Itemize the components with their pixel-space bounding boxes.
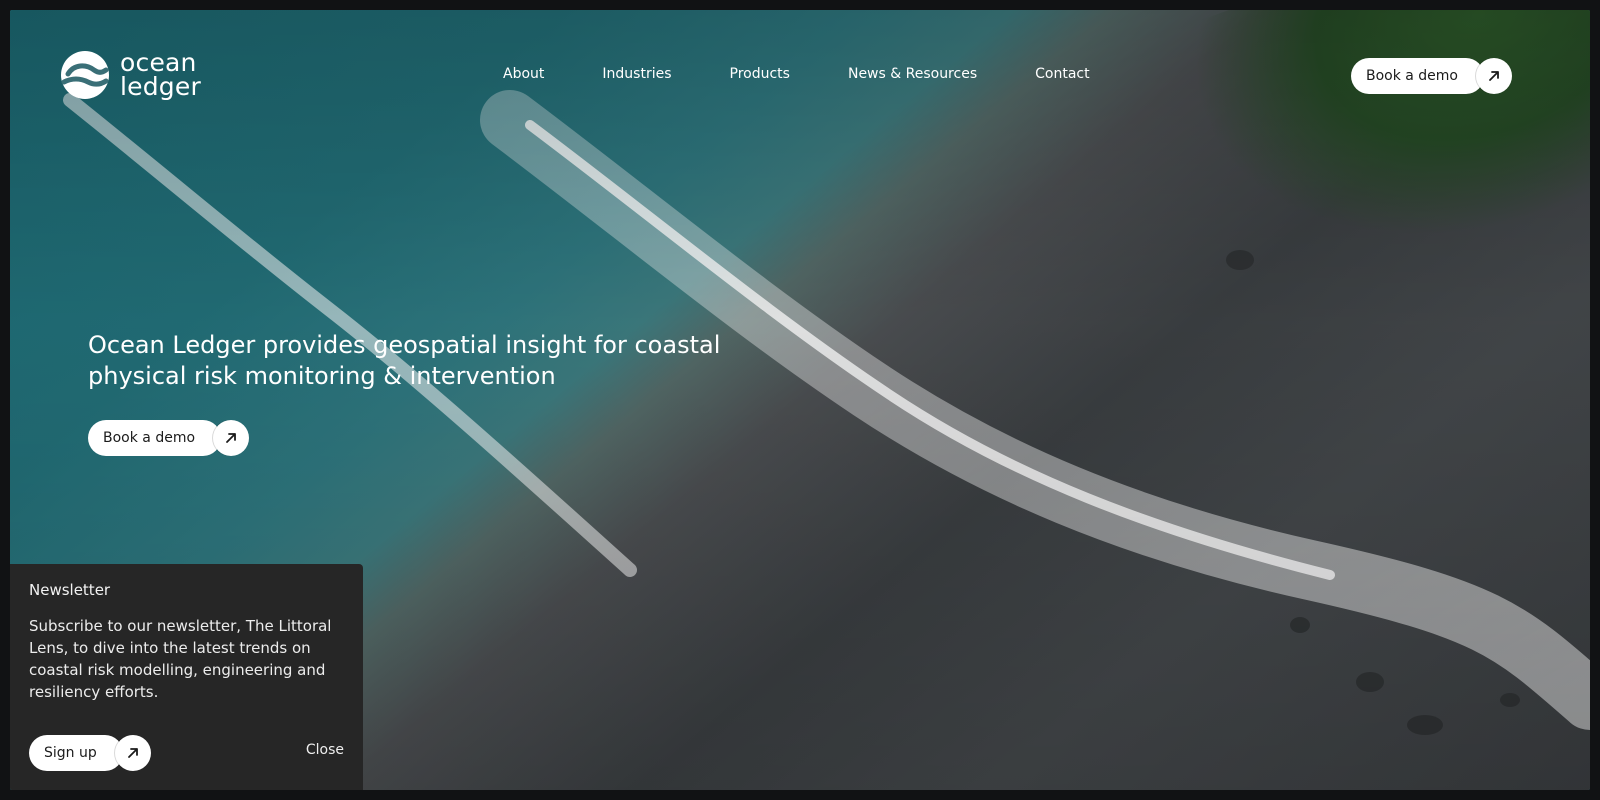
newsletter-description: Subscribe to our newsletter, The Littora… bbox=[29, 617, 332, 701]
hero-section: ocean ledger About Industries Products N… bbox=[10, 10, 1590, 790]
hero-book-demo-button[interactable]: Book a demo bbox=[88, 420, 250, 456]
nav-item-about[interactable]: About bbox=[503, 66, 544, 82]
arrow-up-right-icon bbox=[114, 735, 151, 771]
newsletter-title: Newsletter bbox=[29, 581, 111, 599]
ocean-ledger-logo[interactable]: ocean ledger bbox=[60, 50, 201, 100]
header-book-demo-label: Book a demo bbox=[1350, 58, 1484, 94]
logo-line-2: ledger bbox=[120, 72, 201, 101]
nav-item-products[interactable]: Products bbox=[730, 66, 790, 82]
logo-mark-icon bbox=[61, 51, 109, 99]
header-book-demo-button[interactable]: Book a demo bbox=[1350, 58, 1512, 94]
hero-headline: Ocean Ledger provides geospatial insight… bbox=[88, 331, 721, 390]
main-nav: About Industries Products News & Resourc… bbox=[503, 66, 1148, 82]
nav-item-contact[interactable]: Contact bbox=[1035, 66, 1089, 82]
newsletter-close-button[interactable]: Close bbox=[306, 742, 344, 758]
newsletter-signup-button[interactable]: Sign up bbox=[29, 735, 151, 771]
arrow-up-right-icon bbox=[1476, 58, 1512, 94]
arrow-up-right-icon bbox=[213, 420, 250, 456]
nav-item-news-resources[interactable]: News & Resources bbox=[848, 66, 977, 82]
newsletter-signup-label: Sign up bbox=[29, 735, 123, 771]
nav-item-industries[interactable]: Industries bbox=[602, 66, 671, 82]
logo-wordmark: ocean ledger bbox=[120, 50, 201, 101]
hero-book-demo-label: Book a demo bbox=[88, 420, 222, 456]
newsletter-actions: Sign up Close bbox=[29, 735, 344, 771]
newsletter-popup: Newsletter Subscribe to our newsletter, … bbox=[10, 564, 363, 790]
